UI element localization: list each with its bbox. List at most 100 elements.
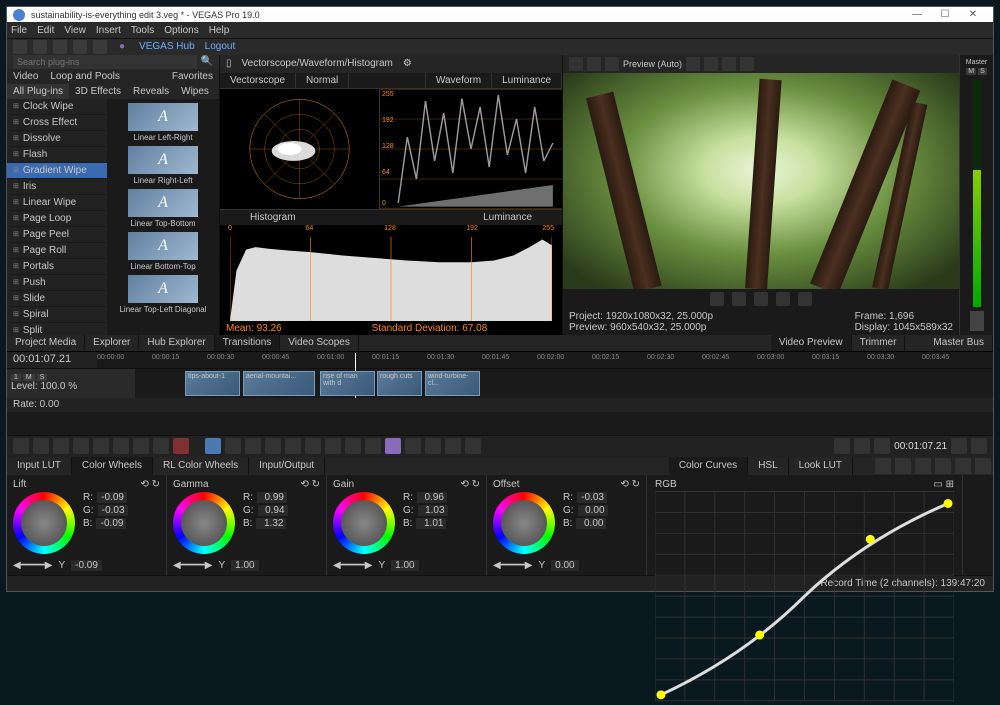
- search-input[interactable]: [13, 55, 197, 69]
- master-mute[interactable]: M: [966, 68, 976, 75]
- timeline-clip[interactable]: wind-turbine-cl...: [425, 371, 480, 396]
- tab-video-scopes[interactable]: Video Scopes: [280, 335, 359, 351]
- scope-vectorscope[interactable]: Vectorscope: [220, 73, 296, 88]
- close-button[interactable]: ✕: [959, 9, 987, 20]
- curves-tools[interactable]: ▭ ⊞: [933, 479, 954, 490]
- menu-help[interactable]: Help: [209, 25, 230, 36]
- edit-tool-8[interactable]: [345, 438, 361, 454]
- preview-tool-6[interactable]: [722, 57, 736, 71]
- tab-transitions[interactable]: Transitions: [215, 335, 281, 351]
- logout-link[interactable]: Logout: [205, 41, 236, 52]
- subtab-wipes[interactable]: Wipes: [175, 84, 215, 99]
- color-wheel-dial[interactable]: [13, 492, 75, 554]
- track-solo[interactable]: S: [37, 374, 48, 381]
- preview-mode[interactable]: Preview (Auto): [623, 59, 682, 69]
- preset-card[interactable]: ALinear Right-Left: [113, 146, 213, 185]
- prev-skip-fwd-icon[interactable]: [798, 292, 812, 306]
- wheel-reset-icon[interactable]: ⟲ ↻: [460, 479, 480, 490]
- tab-trimmer[interactable]: Trimmer: [852, 335, 906, 351]
- preview-tool-1[interactable]: [569, 57, 583, 71]
- preview-tool-2[interactable]: [587, 57, 601, 71]
- plugin-item[interactable]: ⊞Spiral: [7, 307, 107, 323]
- plugin-item[interactable]: ⊞Page Peel: [7, 227, 107, 243]
- zoom-out-icon[interactable]: [951, 438, 967, 454]
- edit-tool-9[interactable]: [365, 438, 381, 454]
- cg-undo-icon[interactable]: [915, 458, 931, 474]
- cgtab-color-wheels[interactable]: Color Wheels: [72, 457, 153, 475]
- goto-end-icon[interactable]: [133, 438, 149, 454]
- cg-close-icon[interactable]: [975, 458, 991, 474]
- menu-edit[interactable]: Edit: [37, 25, 54, 36]
- color-wheel-gamma[interactable]: Gamma⟲ ↻R:0.99G:0.94B:1.32◀━━━━▶Y1.00: [167, 475, 327, 575]
- minimize-button[interactable]: —: [903, 9, 931, 20]
- wheel-reset-icon[interactable]: ⟲ ↻: [140, 479, 160, 490]
- tab-master-bus[interactable]: Master Bus: [925, 335, 993, 351]
- video-track-1[interactable]: 1 M S Level: 100.0 % tips-about-1aerial-…: [7, 368, 993, 398]
- track-lane[interactable]: tips-about-1aerial-mountai...rise of man…: [135, 369, 993, 398]
- color-wheel-dial[interactable]: [493, 492, 555, 554]
- menu-file[interactable]: File: [11, 25, 27, 36]
- preview-tool-5[interactable]: [704, 57, 718, 71]
- tool-open[interactable]: [33, 40, 47, 54]
- color-wheel-dial[interactable]: [333, 492, 395, 554]
- edit-tool-6[interactable]: [305, 438, 321, 454]
- plugin-item[interactable]: ⊞Linear Wipe: [7, 195, 107, 211]
- goto-start-icon[interactable]: [13, 438, 29, 454]
- timeline-ruler[interactable]: 00:00:0000:00:1500:00:3000:00:4500:01:00…: [97, 352, 993, 368]
- plugin-item[interactable]: ⊞Portals: [7, 259, 107, 275]
- record-icon[interactable]: [173, 438, 189, 454]
- cgtab-input-lut[interactable]: Input LUT: [7, 457, 72, 475]
- edit-tool-11[interactable]: [405, 438, 421, 454]
- timeline-clip[interactable]: rise of man with d: [320, 371, 375, 396]
- zoom-in-icon[interactable]: [971, 438, 987, 454]
- wheel-reset-icon[interactable]: ⟲ ↻: [620, 479, 640, 490]
- track-level[interactable]: Level: 100.0 %: [11, 381, 131, 392]
- preview-viewport[interactable]: [563, 73, 959, 289]
- tab-video-preview[interactable]: Video Preview: [771, 335, 852, 351]
- tool-undo[interactable]: [73, 40, 87, 54]
- master-solo[interactable]: S: [978, 68, 987, 75]
- tool-new[interactable]: [13, 40, 27, 54]
- hub-link[interactable]: VEGAS Hub: [139, 41, 195, 52]
- plugin-item[interactable]: ⊞Dissolve: [7, 131, 107, 147]
- step-fwd-icon[interactable]: [113, 438, 129, 454]
- tool-save[interactable]: [53, 40, 67, 54]
- step-back-icon[interactable]: [33, 438, 49, 454]
- subtab-all[interactable]: All Plug-ins: [7, 84, 69, 99]
- search-icon[interactable]: 🔍: [201, 56, 213, 67]
- play-icon[interactable]: [53, 438, 69, 454]
- edit-tool-14[interactable]: [465, 438, 481, 454]
- cg-redo-icon[interactable]: [935, 458, 951, 474]
- tab-hub-explorer[interactable]: Hub Explorer: [139, 335, 214, 351]
- marker-tool-3[interactable]: [874, 438, 890, 454]
- cg-bypass-icon[interactable]: [875, 458, 891, 474]
- plugtab-favorites[interactable]: Favorites: [166, 69, 219, 84]
- master-fader[interactable]: [970, 311, 984, 331]
- cgtab-input-output[interactable]: Input/Output: [249, 457, 325, 475]
- pause-icon[interactable]: [73, 438, 89, 454]
- scope-settings-icon[interactable]: ⚙: [403, 58, 412, 69]
- plugin-item[interactable]: ⊞Gradient Wipe: [7, 163, 107, 179]
- edit-tool-5[interactable]: [285, 438, 301, 454]
- loop-icon[interactable]: [153, 438, 169, 454]
- cgtab-color-curves[interactable]: Color Curves: [669, 457, 748, 475]
- transport-timecode[interactable]: 00:01:07.21: [894, 441, 947, 452]
- plugin-item[interactable]: ⊞Cross Effect: [7, 115, 107, 131]
- marker-tool-2[interactable]: [854, 438, 870, 454]
- plugtab-loop[interactable]: Loop and Pools: [44, 69, 126, 84]
- scope-histogram[interactable]: Histogram: [220, 210, 326, 225]
- menu-insert[interactable]: Insert: [96, 25, 121, 36]
- cg-reset-icon[interactable]: [895, 458, 911, 474]
- wheel-reset-icon[interactable]: ⟲ ↻: [300, 479, 320, 490]
- plugin-item[interactable]: ⊞Clock Wipe: [7, 99, 107, 115]
- edit-tool-2[interactable]: [225, 438, 241, 454]
- menu-options[interactable]: Options: [164, 25, 198, 36]
- color-wheel-offset[interactable]: Offset⟲ ↻R:-0.03G:0.00B:0.00◀━━━━▶Y0.00: [487, 475, 647, 575]
- color-wheel-lift[interactable]: Lift⟲ ↻R:-0.09G:-0.03B:-0.09◀━━━━▶Y-0.09: [7, 475, 167, 575]
- edit-tool-4[interactable]: [265, 438, 281, 454]
- preset-card[interactable]: ALinear Bottom-Top: [113, 232, 213, 271]
- plugin-item[interactable]: ⊞Flash: [7, 147, 107, 163]
- color-wheel-gain[interactable]: Gain⟲ ↻R:0.96G:1.03B:1.01◀━━━━▶Y1.00: [327, 475, 487, 575]
- scope-waveform[interactable]: Waveform: [426, 73, 492, 88]
- tab-project-media[interactable]: Project Media: [7, 335, 85, 351]
